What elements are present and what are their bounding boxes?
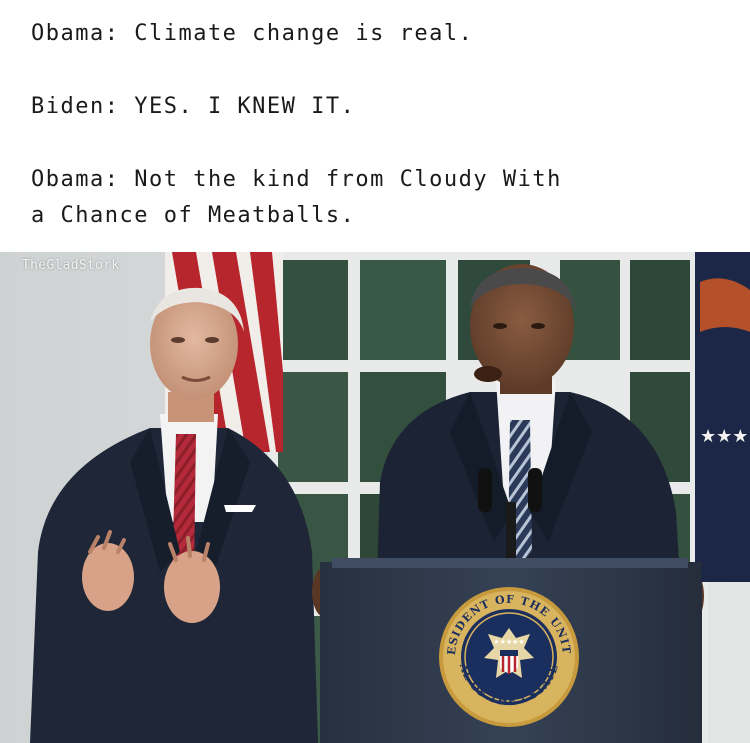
press-photo: ★★★ ESIDENT OF THE UNIT AL OF THE · STAT… [0,252,750,743]
caption-line-4: a Chance of Meatballs. [31,203,356,228]
svg-text:★★★: ★★★ [700,426,748,447]
presidential-flag: ★★★ [695,252,750,582]
caption-line-2: Biden: YES. I KNEW IT. [31,94,356,119]
svg-text:★★★★★: ★★★★★ [493,638,524,646]
meme-caption: Obama: Climate change is real. Biden: YE… [0,0,750,252]
caption-line-1: Obama: Climate change is real. [31,21,474,46]
photo-illustration: ★★★ [0,252,750,743]
watermark: TheGladStork [22,258,120,273]
presidential-seal: PRESIDENT OF THE UNITED SEAL OF THE · ST… [438,586,580,728]
caption-line-3: Obama: Not the kind from Cloudy With [31,167,562,192]
